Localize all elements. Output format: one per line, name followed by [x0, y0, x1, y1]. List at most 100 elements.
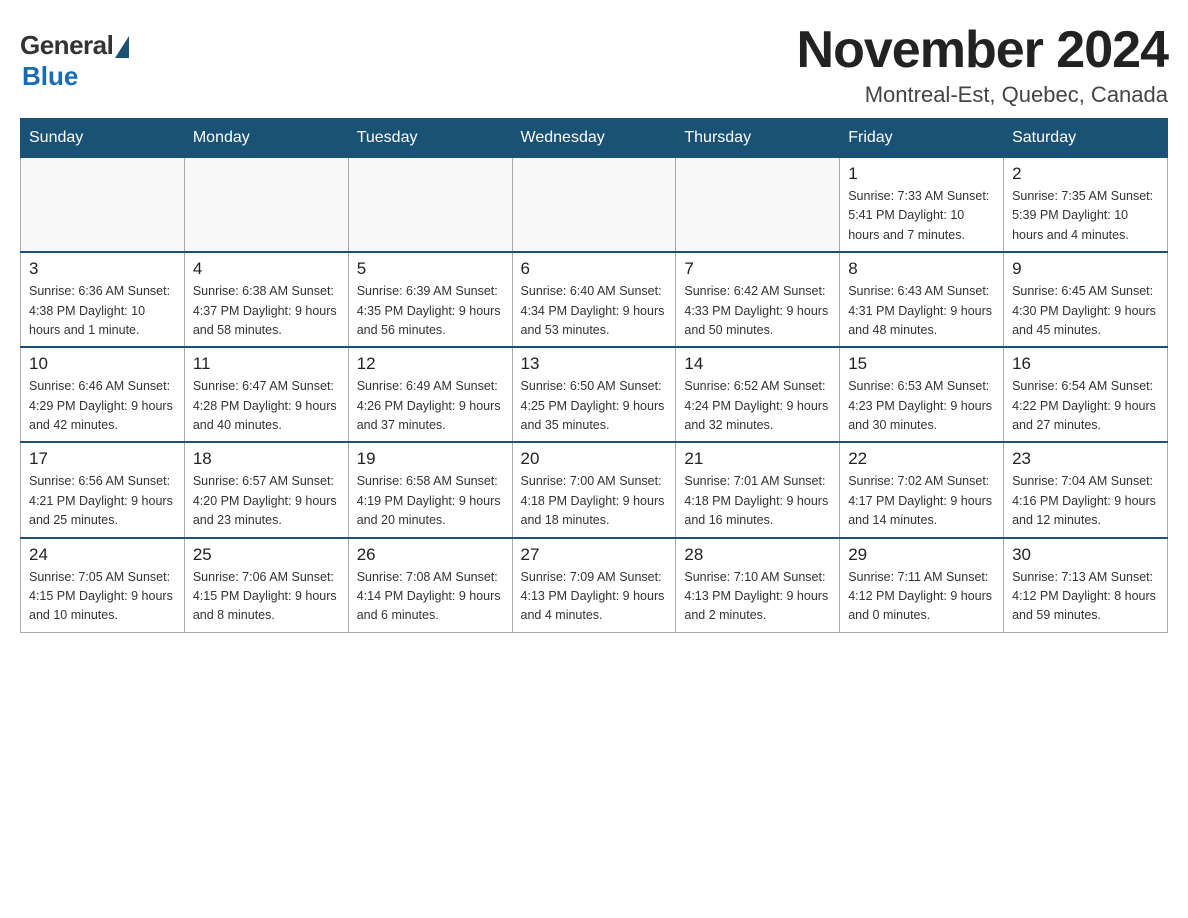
day-number: 27: [521, 545, 668, 565]
calendar-cell: [348, 158, 512, 253]
day-number: 3: [29, 259, 176, 279]
calendar-cell: 13 Sunrise: 6:50 AM Sunset: 4:25 PM Dayli…: [512, 347, 676, 442]
calendar-cell: 30 Sunrise: 7:13 AM Sunset: 4:12 PM Dayli…: [1004, 538, 1168, 633]
calendar-cell: 9 Sunrise: 6:45 AM Sunset: 4:30 PM Daylig…: [1004, 252, 1168, 347]
day-number: 28: [684, 545, 831, 565]
day-number: 11: [193, 354, 340, 374]
calendar-cell: 6Sunrise: 6:40 AM Sunset: 4:34 PM Daylig…: [512, 252, 676, 347]
day-number: 2: [1012, 164, 1159, 184]
calendar-cell: 23Sunrise: 7:04 AM Sunset: 4:16 PM Dayli…: [1004, 442, 1168, 537]
calendar-cell: 20Sunrise: 7:00 AM Sunset: 4:18 PM Dayli…: [512, 442, 676, 537]
day-of-week-header: Thursday: [676, 119, 840, 158]
day-number: 8: [848, 259, 995, 279]
calendar-cell: [676, 158, 840, 253]
calendar-cell: 28 Sunrise: 7:10 AM Sunset: 4:13 PM Dayli…: [676, 538, 840, 633]
day-number: 25: [193, 545, 340, 565]
calendar-cell: 7Sunrise: 6:42 AM Sunset: 4:33 PM Daylig…: [676, 252, 840, 347]
day-number: 29: [848, 545, 995, 565]
location-text: Montreal-Est, Quebec, Canada: [797, 82, 1168, 108]
day-info: Sunrise: 6:50 AM Sunset: 4:25 PM Dayligh…: [521, 377, 668, 435]
day-of-week-header: Friday: [840, 119, 1004, 158]
day-number: 9: [1012, 259, 1159, 279]
calendar-cell: 15 Sunrise: 6:53 AM Sunset: 4:23 PM Dayli…: [840, 347, 1004, 442]
calendar-cell: 21 Sunrise: 7:01 AM Sunset: 4:18 PM Dayli…: [676, 442, 840, 537]
day-info: Sunrise: 6:52 AM Sunset: 4:24 PM Dayligh…: [684, 377, 831, 435]
day-info: Sunrise: 7:01 AM Sunset: 4:18 PM Dayligh…: [684, 472, 831, 530]
calendar-cell: 4 Sunrise: 6:38 AM Sunset: 4:37 PM Daylig…: [184, 252, 348, 347]
day-number: 13: [521, 354, 668, 374]
day-of-week-header: Wednesday: [512, 119, 676, 158]
day-info: Sunrise: 7:13 AM Sunset: 4:12 PM Dayligh…: [1012, 568, 1159, 626]
calendar-week-row: 1 Sunrise: 7:33 AM Sunset: 5:41 PM Daylig…: [21, 158, 1168, 253]
title-section: November 2024 Montreal-Est, Quebec, Cana…: [797, 20, 1168, 108]
day-info: Sunrise: 7:35 AM Sunset: 5:39 PM Dayligh…: [1012, 187, 1159, 245]
day-number: 1: [848, 164, 995, 184]
calendar-cell: 27 Sunrise: 7:09 AM Sunset: 4:13 PM Dayli…: [512, 538, 676, 633]
day-number: 22: [848, 449, 995, 469]
calendar-header-row: SundayMondayTuesdayWednesdayThursdayFrid…: [21, 119, 1168, 158]
logo-general-text: General: [20, 30, 113, 61]
day-number: 23: [1012, 449, 1159, 469]
calendar-table: SundayMondayTuesdayWednesdayThursdayFrid…: [20, 118, 1168, 633]
day-info: Sunrise: 7:08 AM Sunset: 4:14 PM Dayligh…: [357, 568, 504, 626]
day-number: 21: [684, 449, 831, 469]
day-number: 6: [521, 259, 668, 279]
calendar-cell: 11 Sunrise: 6:47 AM Sunset: 4:28 PM Dayli…: [184, 347, 348, 442]
day-number: 4: [193, 259, 340, 279]
day-info: Sunrise: 7:11 AM Sunset: 4:12 PM Dayligh…: [848, 568, 995, 626]
calendar-cell: 19Sunrise: 6:58 AM Sunset: 4:19 PM Dayli…: [348, 442, 512, 537]
calendar-cell: [21, 158, 185, 253]
logo-blue-text: Blue: [22, 61, 78, 92]
day-info: Sunrise: 6:58 AM Sunset: 4:19 PM Dayligh…: [357, 472, 504, 530]
day-number: 16: [1012, 354, 1159, 374]
day-info: Sunrise: 7:33 AM Sunset: 5:41 PM Dayligh…: [848, 187, 995, 245]
calendar-cell: 29 Sunrise: 7:11 AM Sunset: 4:12 PM Dayli…: [840, 538, 1004, 633]
day-info: Sunrise: 6:53 AM Sunset: 4:23 PM Dayligh…: [848, 377, 995, 435]
calendar-cell: 1 Sunrise: 7:33 AM Sunset: 5:41 PM Daylig…: [840, 158, 1004, 253]
calendar-cell: 17Sunrise: 6:56 AM Sunset: 4:21 PM Dayli…: [21, 442, 185, 537]
page-header: General Blue November 2024 Montreal-Est,…: [20, 20, 1168, 108]
day-of-week-header: Tuesday: [348, 119, 512, 158]
calendar-cell: [512, 158, 676, 253]
day-number: 18: [193, 449, 340, 469]
calendar-cell: 3 Sunrise: 6:36 AM Sunset: 4:38 PM Daylig…: [21, 252, 185, 347]
logo: General Blue: [20, 20, 129, 92]
calendar-cell: 5 Sunrise: 6:39 AM Sunset: 4:35 PM Daylig…: [348, 252, 512, 347]
day-number: 30: [1012, 545, 1159, 565]
day-info: Sunrise: 6:38 AM Sunset: 4:37 PM Dayligh…: [193, 282, 340, 340]
calendar-cell: 25 Sunrise: 7:06 AM Sunset: 4:15 PM Dayli…: [184, 538, 348, 633]
day-of-week-header: Saturday: [1004, 119, 1168, 158]
day-number: 26: [357, 545, 504, 565]
day-info: Sunrise: 7:02 AM Sunset: 4:17 PM Dayligh…: [848, 472, 995, 530]
day-info: Sunrise: 6:39 AM Sunset: 4:35 PM Dayligh…: [357, 282, 504, 340]
day-info: Sunrise: 6:42 AM Sunset: 4:33 PM Dayligh…: [684, 282, 831, 340]
calendar-cell: 16 Sunrise: 6:54 AM Sunset: 4:22 PM Dayli…: [1004, 347, 1168, 442]
day-info: Sunrise: 6:46 AM Sunset: 4:29 PM Dayligh…: [29, 377, 176, 435]
day-number: 12: [357, 354, 504, 374]
calendar-cell: 22 Sunrise: 7:02 AM Sunset: 4:17 PM Dayli…: [840, 442, 1004, 537]
calendar-week-row: 10 Sunrise: 6:46 AM Sunset: 4:29 PM Dayli…: [21, 347, 1168, 442]
day-info: Sunrise: 6:57 AM Sunset: 4:20 PM Dayligh…: [193, 472, 340, 530]
calendar-cell: 14Sunrise: 6:52 AM Sunset: 4:24 PM Dayli…: [676, 347, 840, 442]
calendar-cell: 10 Sunrise: 6:46 AM Sunset: 4:29 PM Dayli…: [21, 347, 185, 442]
day-info: Sunrise: 7:06 AM Sunset: 4:15 PM Dayligh…: [193, 568, 340, 626]
day-info: Sunrise: 7:10 AM Sunset: 4:13 PM Dayligh…: [684, 568, 831, 626]
calendar-cell: 12 Sunrise: 6:49 AM Sunset: 4:26 PM Dayli…: [348, 347, 512, 442]
day-info: Sunrise: 6:47 AM Sunset: 4:28 PM Dayligh…: [193, 377, 340, 435]
day-number: 15: [848, 354, 995, 374]
logo-triangle-icon: [115, 36, 129, 58]
day-number: 10: [29, 354, 176, 374]
day-info: Sunrise: 6:49 AM Sunset: 4:26 PM Dayligh…: [357, 377, 504, 435]
calendar-week-row: 24 Sunrise: 7:05 AM Sunset: 4:15 PM Dayli…: [21, 538, 1168, 633]
day-info: Sunrise: 7:05 AM Sunset: 4:15 PM Dayligh…: [29, 568, 176, 626]
calendar-cell: 2 Sunrise: 7:35 AM Sunset: 5:39 PM Daylig…: [1004, 158, 1168, 253]
day-info: Sunrise: 7:09 AM Sunset: 4:13 PM Dayligh…: [521, 568, 668, 626]
day-number: 24: [29, 545, 176, 565]
day-info: Sunrise: 6:45 AM Sunset: 4:30 PM Dayligh…: [1012, 282, 1159, 340]
calendar-cell: [184, 158, 348, 253]
day-info: Sunrise: 6:36 AM Sunset: 4:38 PM Dayligh…: [29, 282, 176, 340]
calendar-cell: 24 Sunrise: 7:05 AM Sunset: 4:15 PM Dayli…: [21, 538, 185, 633]
day-number: 5: [357, 259, 504, 279]
month-title: November 2024: [797, 20, 1168, 80]
day-info: Sunrise: 6:54 AM Sunset: 4:22 PM Dayligh…: [1012, 377, 1159, 435]
